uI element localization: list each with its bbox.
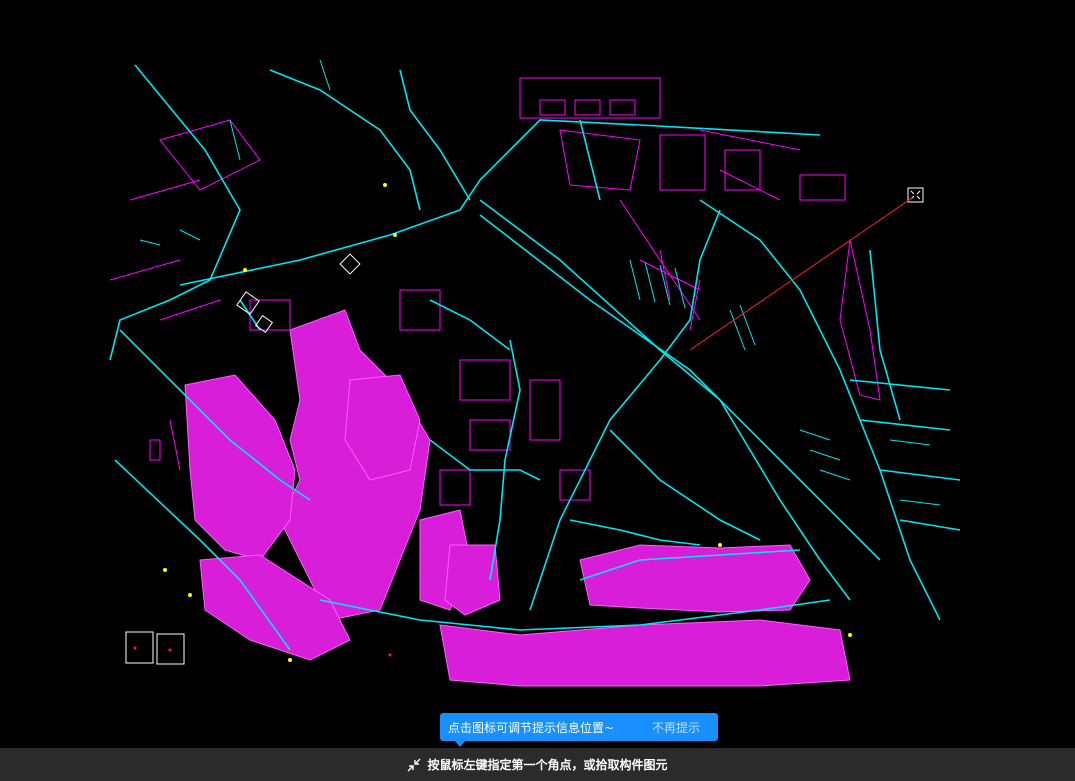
dismiss-tip-button[interactable]: 不再提示 — [652, 719, 700, 736]
command-status-bar: 按鼠标左键指定第一个角点，或拾取构件图元 — [0, 748, 1075, 781]
cad-drawing-canvas[interactable] — [0, 0, 1075, 748]
tooltip-arrow — [455, 741, 465, 747]
collapse-arrows-icon[interactable] — [407, 758, 421, 772]
command-prompt-text: 按鼠标左键指定第一个角点，或拾取构件图元 — [427, 758, 668, 772]
tooltip-banner[interactable]: 点击图标可调节提示信息位置~ 不再提示 — [440, 713, 718, 741]
tooltip-message: 点击图标可调节提示信息位置~ — [448, 720, 615, 735]
